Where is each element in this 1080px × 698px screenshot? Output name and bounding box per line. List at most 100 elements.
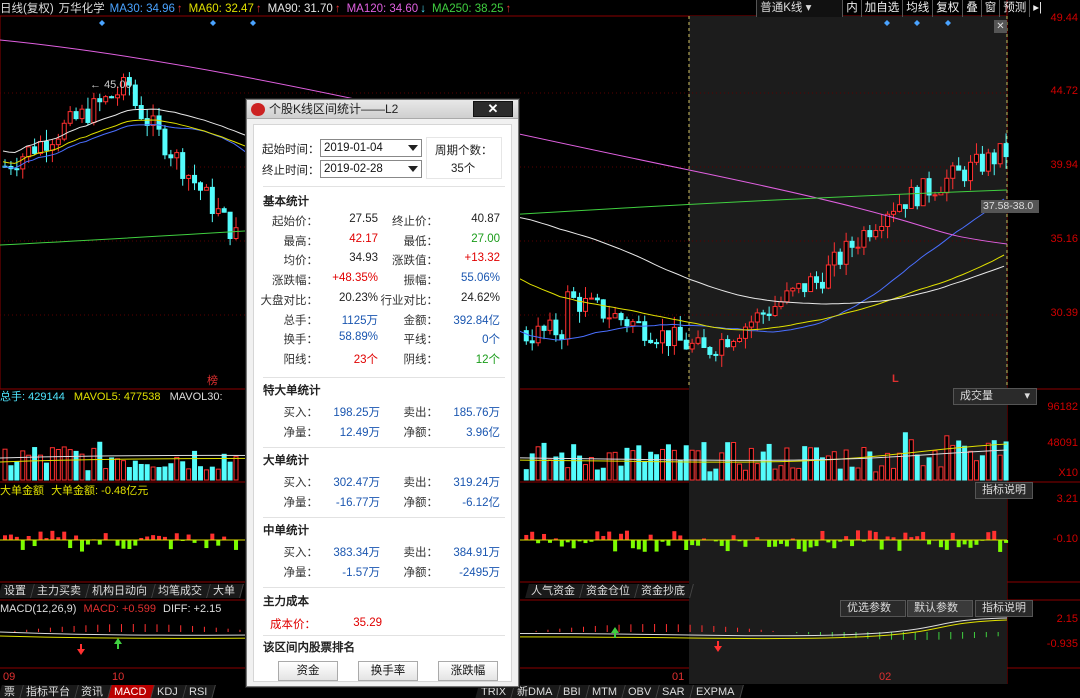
rank-turnover-button[interactable]: 换手率 (358, 661, 418, 681)
tab-tabs1-6[interactable]: 资金仓位 (580, 584, 639, 598)
tab-label: 新DMA (516, 686, 553, 698)
basic-label: 阳线： (283, 353, 319, 366)
volume-mavol5: MAVOL5: 477538 (73, 391, 161, 403)
toolbar-inner[interactable]: 内 (842, 0, 861, 17)
interval-stats-dialog: 个股K线区间统计——L2 ✕ 起始时间： 2019-01-04 终止时间： 20… (246, 99, 519, 687)
basic-label: 振幅： (403, 275, 439, 288)
price-tag: 37.58-38.0 (981, 200, 1039, 213)
m-stat: -1.57万 (342, 567, 380, 579)
interval-highlight (689, 16, 1007, 684)
basic-value: 27.00 (471, 232, 500, 245)
end-time-label: 终止时间： (262, 165, 320, 177)
ma-label-4: MA250: 38.25 (431, 3, 504, 15)
close-icon[interactable]: ✕ (473, 101, 513, 117)
basic-label: 总手： (283, 314, 319, 327)
toolbar-overlay[interactable]: 叠 (962, 0, 981, 17)
big-order-tick-1: 3.21 (1056, 493, 1078, 505)
macd-tick-2: -0.935 (1046, 638, 1078, 650)
tab-tabs2-12[interactable]: EXPMA (689, 685, 744, 698)
basic-value: 12个 (475, 353, 500, 366)
xl-stat: 185.76万 (453, 407, 500, 419)
rank-change-button[interactable]: 涨跌幅 (438, 661, 498, 681)
macd-optimal-params-button[interactable]: 优选参数 (840, 600, 906, 617)
basic-value: +48.35% (332, 272, 378, 285)
big-order-help-button[interactable]: 指标说明 (975, 482, 1033, 499)
x-tick-3: 01 (672, 671, 685, 683)
big-order-tick-2: -0.10 (1052, 533, 1078, 545)
tab-tabs2-2[interactable]: 资讯 (75, 685, 112, 698)
l-stat: 302.47万 (333, 477, 380, 489)
x-tick-2: 10 (112, 671, 125, 683)
basic-label: 均价： (283, 255, 319, 268)
dialog-titlebar[interactable]: 个股K线区间统计——L2 ✕ (247, 100, 518, 119)
tab-tabs1-7[interactable]: 资金抄底 (635, 584, 694, 598)
end-date-select[interactable]: 2019-02-28 (320, 160, 422, 178)
tab-label: 均笔成交 (158, 585, 202, 597)
basic-label: 终止价： (392, 216, 438, 228)
m-stat: 买入： (283, 547, 319, 559)
tab-tabs1-2[interactable]: 机构日动向 (86, 584, 156, 598)
toolbar-add-favorite[interactable]: 加自选 (860, 0, 903, 17)
tab-tabs1-1[interactable]: 主力买卖 (31, 584, 90, 598)
rank-marker: 榜 (207, 375, 218, 387)
interval-end-marker: L (892, 373, 899, 385)
tab-tabs1-4[interactable]: 大单 (207, 584, 244, 598)
macd-default-params-button[interactable]: 默认参数 (907, 600, 973, 617)
xl-stat: 3.96亿 (466, 427, 500, 439)
xl-stat: 净量： (283, 427, 319, 439)
xl-stat: 12.49万 (339, 427, 380, 439)
toolbar-pin-icon[interactable]: ▸| (1029, 0, 1045, 17)
volume-header: 总手: 429144 MAVOL5: 477538 MAVOL30: (0, 390, 223, 404)
ma-label-0: MA30: 34.96 (109, 3, 175, 15)
start-date-select[interactable]: 2019-01-04 (320, 139, 422, 157)
tab-tabs1-0[interactable]: 设置 (0, 584, 35, 598)
xl-stat: 净额： (403, 427, 439, 439)
ma-dir-1: ↑ (255, 3, 262, 15)
basic-value: 42.17 (349, 232, 378, 245)
basic-label: 最低： (403, 235, 439, 248)
high-price-label: ← 45.00 (90, 79, 132, 91)
rank-capital-button[interactable]: 资金 (278, 661, 338, 681)
kline-type-select[interactable]: 普通K线 ▾ (756, 0, 843, 17)
volume-indicator-select[interactable]: 成交量 ▾ (953, 388, 1037, 405)
m-stat: 净量： (283, 567, 319, 579)
toolbar-forecast[interactable]: 预测 (999, 0, 1029, 17)
ma-label-1: MA60: 32.47 (188, 3, 254, 15)
basic-value: 20.23% (338, 291, 378, 304)
basic-value: 392.84亿 (453, 314, 500, 327)
m-stat: -2495万 (459, 567, 500, 579)
basic-label: 金额： (403, 314, 439, 327)
tab-label: 资讯 (81, 686, 103, 698)
tab-tabs2-11[interactable]: SAR (656, 685, 694, 698)
basic-label: 平线： (403, 334, 439, 347)
basic-label: 最高： (283, 235, 319, 248)
tab-tabs2-8[interactable]: BBI (557, 685, 590, 698)
tab-tabs2-9[interactable]: MTM (585, 685, 626, 698)
tab-tabs1-3[interactable]: 均笔成交 (152, 584, 211, 598)
toolbar-ma[interactable]: 均线 (902, 0, 932, 17)
tab-label: MTM (591, 686, 617, 698)
big-order-value: 大单金额: -0.48亿元 (51, 485, 149, 497)
l-stat: 319.24万 (453, 477, 500, 489)
basic-label: 涨跌幅： (272, 275, 318, 288)
tab-label: 资金仓位 (586, 585, 630, 597)
x-tick-1: 09 (3, 671, 16, 683)
period-box: 周期个数： 35个 (426, 137, 502, 179)
ma-dir-0: ↑ (176, 3, 183, 15)
close-overlay-icon[interactable]: ✕ (994, 20, 1007, 33)
xl-stat: 卖出： (403, 407, 439, 419)
basic-value: +13.32 (464, 252, 501, 265)
tab-tabs2-1[interactable]: 指标平台 (20, 685, 79, 698)
tab-tabs2-5[interactable]: RSI (183, 685, 217, 698)
tab-tabs2-3[interactable]: MACD (108, 685, 156, 698)
toolbar-adjust[interactable]: 复权 (932, 0, 962, 17)
volume-tick-2: 48091 (1047, 437, 1078, 449)
toolbar-window[interactable]: 窗 (980, 0, 1000, 17)
tab-tabs2-10[interactable]: OBV (621, 685, 660, 698)
macd-help-button[interactable]: 指标说明 (975, 600, 1033, 617)
basic-label: 涨跌值： (392, 255, 438, 268)
tab-label: 主力买卖 (37, 585, 81, 597)
tab-tabs2-4[interactable]: KDJ (151, 685, 188, 698)
price-tick-5: 30.39 (1050, 307, 1078, 319)
tab-tabs1-5[interactable]: 人气资金 (525, 584, 584, 598)
